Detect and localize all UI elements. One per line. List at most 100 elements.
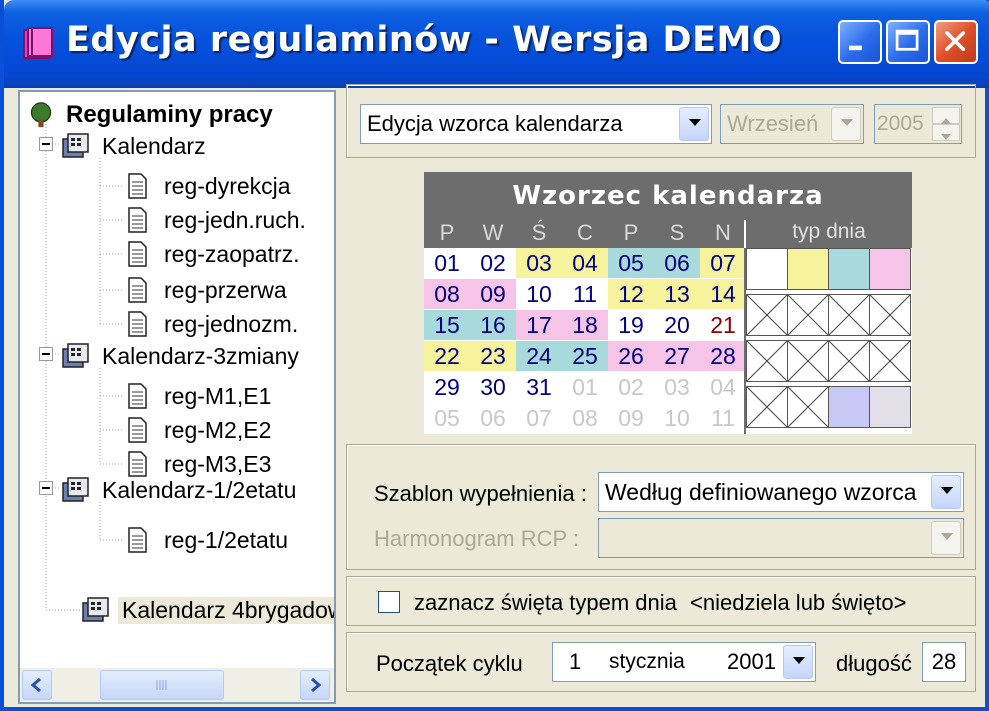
rcp-schedule-select[interactable] — [598, 518, 964, 558]
tree-regulation-node[interactable]: reg-przerwa — [122, 273, 291, 307]
calendar-day-cell[interactable]: 04 — [562, 248, 608, 278]
calendar-day-cell[interactable]: 17 — [516, 310, 562, 340]
calendar-day-cell[interactable]: 06 — [654, 248, 700, 278]
tree-calendar-node[interactable]: Kalendarz-1/2etatu — [60, 473, 300, 507]
calendar-day-cell[interactable]: 26 — [608, 341, 654, 371]
day-type-color-cell[interactable] — [746, 248, 788, 290]
calendar-day-cell[interactable]: 27 — [654, 341, 700, 371]
calendar-day-cell[interactable]: 01 — [562, 372, 608, 402]
day-type-unassigned-cell[interactable] — [787, 294, 829, 336]
tree-regulation-node[interactable]: reg-dyrekcja — [122, 169, 295, 203]
template-select[interactable]: Według definiowanego wzorca — [598, 472, 964, 512]
calendar-day-cell[interactable]: 24 — [516, 341, 562, 371]
calendar-day-cell[interactable]: 16 — [470, 310, 516, 340]
year-down-button[interactable] — [932, 124, 960, 141]
calendar-day-cell[interactable]: 08 — [424, 279, 470, 309]
calendar-day-cell[interactable]: 25 — [562, 341, 608, 371]
day-type-unassigned-cell[interactable] — [746, 294, 788, 336]
calendar-day-cell[interactable]: 12 — [608, 279, 654, 309]
calendar-day-cell[interactable]: 21 — [700, 310, 746, 340]
calendar-day-cell[interactable]: 28 — [700, 341, 746, 371]
cycle-length-input[interactable]: 28 — [922, 642, 966, 682]
tree-regulation-node[interactable]: reg-M2,E2 — [122, 413, 275, 447]
tree-root[interactable]: Regulaminy pracy — [28, 98, 277, 132]
cycle-start-date-select[interactable]: 1 stycznia 2001 — [552, 642, 816, 682]
template-dropdown-button[interactable] — [931, 475, 961, 509]
calendar-day-cell[interactable]: 09 — [608, 403, 654, 433]
day-type-unassigned-cell[interactable] — [787, 340, 829, 382]
collapse-kalendarz-toggle[interactable] — [39, 137, 53, 151]
calendar-day-cell[interactable]: 30 — [470, 372, 516, 402]
tree-horizontal-scrollbar[interactable] — [20, 668, 334, 702]
calendar-day-cell[interactable]: 19 — [608, 310, 654, 340]
scroll-thumb[interactable] — [100, 670, 224, 700]
day-type-color-cell[interactable] — [828, 248, 870, 290]
calendar-day-cell[interactable]: 11 — [562, 279, 608, 309]
day-type-color-cell[interactable] — [869, 248, 911, 290]
calendar-day-cell[interactable]: 29 — [424, 372, 470, 402]
day-type-unassigned-cell[interactable] — [869, 294, 911, 336]
calendar-day-cell[interactable]: 23 — [470, 341, 516, 371]
calendar-day-grid[interactable]: 01 02 03 04 05 06 07 08 09 10 11 12 13 14 15 16 17 18 19 20… — [424, 248, 746, 434]
day-type-unassigned-cell[interactable] — [787, 386, 829, 428]
month-select-dropdown-button[interactable] — [831, 107, 861, 141]
scroll-right-button[interactable] — [300, 670, 330, 700]
mode-select[interactable]: Edycja wzorca kalendarza — [360, 104, 712, 144]
calendar-day-cell[interactable]: 13 — [654, 279, 700, 309]
day-type-color-cell[interactable] — [869, 386, 911, 428]
calendar-day-cell[interactable]: 05 — [424, 403, 470, 433]
year-up-button[interactable] — [932, 107, 960, 124]
calendar-day-cell[interactable]: 01 — [424, 248, 470, 278]
collapse-kalendarz-1-2etatu-toggle[interactable] — [39, 481, 53, 495]
holiday-checkbox[interactable] — [378, 591, 400, 613]
cycle-date-dropdown-button[interactable] — [783, 645, 813, 679]
calendar-day-cell[interactable]: 10 — [654, 403, 700, 433]
tree-regulation-node[interactable]: reg-M1,E1 — [122, 379, 275, 413]
day-type-unassigned-cell[interactable] — [746, 340, 788, 382]
calendar-day-cell[interactable]: 14 — [700, 279, 746, 309]
calendar-day-cell[interactable]: 04 — [700, 372, 746, 402]
calendar-day-cell[interactable]: 31 — [516, 372, 562, 402]
day-type-unassigned-cell[interactable] — [828, 340, 870, 382]
calendar-day-cell[interactable]: 09 — [470, 279, 516, 309]
day-type-palette[interactable] — [744, 248, 912, 434]
title-bar[interactable]: Edycja regulaminów - Wersja DEMO — [4, 0, 989, 88]
calendar-day-cell[interactable]: 03 — [654, 372, 700, 402]
scroll-left-button[interactable] — [22, 670, 52, 700]
collapse-kalendarz-3zmiany-toggle[interactable] — [39, 347, 53, 361]
calendar-day-cell[interactable]: 02 — [608, 372, 654, 402]
calendar-day-cell[interactable]: 10 — [516, 279, 562, 309]
tree-calendar-node[interactable]: Kalendarz-3zmiany — [60, 339, 303, 373]
regulations-tree[interactable]: Regulaminy pracy Kalendarz reg-dyrekcja re… — [18, 90, 336, 704]
calendar-day-cell[interactable]: 20 — [654, 310, 700, 340]
tree-calendar-node[interactable]: Kalendarz 4brygadow — [80, 593, 334, 627]
tree-calendar-node[interactable]: Kalendarz — [60, 129, 210, 163]
day-type-unassigned-cell[interactable] — [746, 386, 788, 428]
calendar-day-cell[interactable]: 02 — [470, 248, 516, 278]
close-button[interactable] — [934, 20, 978, 64]
day-type-color-cell[interactable] — [787, 248, 829, 290]
calendar-day-cell[interactable]: 06 — [470, 403, 516, 433]
calendar-day-cell[interactable]: 07 — [516, 403, 562, 433]
calendar-day-cell[interactable]: 22 — [424, 341, 470, 371]
calendar-day-cell[interactable]: 05 — [608, 248, 654, 278]
year-spinner[interactable]: 2005 — [874, 104, 962, 144]
calendar-day-cell[interactable]: 15 — [424, 310, 470, 340]
day-type-unassigned-cell[interactable] — [869, 340, 911, 382]
calendar-day-cell[interactable]: 08 — [562, 403, 608, 433]
tree-regulation-node[interactable]: reg-1/2etatu — [122, 523, 292, 557]
tree-regulation-node[interactable]: reg-jednozm. — [122, 307, 302, 341]
tree-regulation-node[interactable]: reg-jedn.ruch. — [122, 203, 310, 237]
day-type-unassigned-cell[interactable] — [828, 294, 870, 336]
month-select[interactable]: Wrzesień — [720, 104, 864, 144]
minimize-button[interactable] — [838, 20, 882, 64]
tree-regulation-node[interactable]: reg-zaopatrz. — [122, 237, 304, 271]
mode-select-dropdown-button[interactable] — [679, 107, 709, 141]
calendar-day-cell[interactable]: 07 — [700, 248, 746, 278]
rcp-schedule-dropdown-button[interactable] — [931, 521, 961, 555]
calendar-day-cell[interactable]: 11 — [700, 403, 746, 433]
day-type-color-cell[interactable] — [828, 386, 870, 428]
calendar-day-cell[interactable]: 03 — [516, 248, 562, 278]
calendar-day-cell[interactable]: 18 — [562, 310, 608, 340]
maximize-button[interactable] — [886, 20, 930, 64]
